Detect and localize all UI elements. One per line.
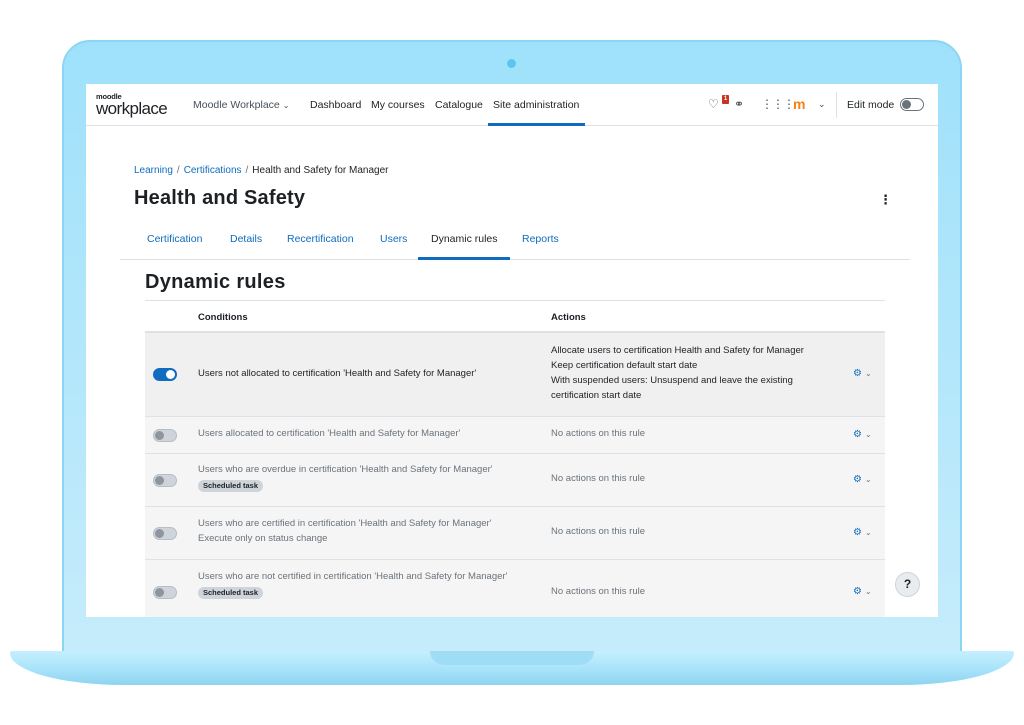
rule-condition: Users who are certified in certification…	[198, 516, 533, 546]
breadcrumb-current: Health and Safety for Manager	[252, 165, 389, 176]
rule-actions-menu[interactable]: ⚙ ⌄	[853, 586, 872, 597]
table-row: Users who are certified in certification…	[145, 507, 885, 560]
rule-actions-menu[interactable]: ⚙ ⌄	[853, 368, 872, 379]
action-text: Keep certification default start date	[551, 360, 698, 371]
rule-actions-menu[interactable]: ⚙ ⌄	[853, 527, 872, 538]
header-actions: Actions	[551, 312, 586, 323]
screen: moodle workplace Moodle Workplace ⌄ Dash…	[86, 84, 938, 617]
kebab-menu-icon[interactable]: ⋮	[879, 192, 892, 208]
certification-tabs: Certification Details Recertification Us…	[120, 222, 910, 260]
notification-badge: 1	[722, 95, 729, 104]
nav-site-administration[interactable]: Site administration	[493, 99, 579, 111]
rule-enabled-toggle[interactable]	[153, 527, 177, 540]
header-conditions: Conditions	[198, 312, 248, 323]
rule-condition: Users not allocated to certification 'He…	[198, 366, 533, 381]
chevron-down-icon: ⌄	[864, 528, 872, 537]
section-title: Dynamic rules	[145, 271, 286, 293]
rule-enabled-toggle[interactable]	[153, 474, 177, 487]
camera-dot	[507, 59, 516, 68]
apps-grid-icon[interactable]: ⋮⋮⋮	[761, 97, 795, 111]
action-text: Allocate users to certification Health a…	[551, 345, 804, 356]
laptop-base-notch	[430, 651, 594, 665]
breadcrumb: Learning / Certifications / Health and Safet…	[134, 165, 389, 176]
rule-enabled-toggle[interactable]	[153, 429, 177, 442]
tenant-label: Moodle Workplace	[193, 99, 280, 111]
edit-mode-label: Edit mode	[847, 99, 895, 111]
tab-details[interactable]: Details	[230, 233, 262, 245]
rule-actions: No actions on this rule	[551, 524, 841, 539]
action-text: No actions on this rule	[551, 428, 645, 439]
rule-actions: No actions on this rule	[551, 426, 841, 441]
rule-actions: Allocate users to certification Health a…	[551, 343, 841, 403]
gear-icon: ⚙	[853, 368, 862, 379]
edit-mode-toggle[interactable]	[900, 98, 924, 111]
bell-icon[interactable]: ♡	[708, 97, 719, 111]
scheduled-task-badge: Scheduled task	[198, 587, 264, 599]
active-tab-indicator	[418, 257, 510, 260]
avatar[interactable]: m	[793, 96, 805, 112]
breadcrumb-certifications[interactable]: Certifications	[184, 165, 242, 176]
help-button[interactable]: ?	[895, 572, 920, 597]
gear-icon: ⚙	[853, 429, 862, 440]
chevron-down-icon: ⌄	[864, 369, 872, 378]
action-text: No actions on this rule	[551, 526, 645, 537]
condition-text: Users not allocated to certification 'He…	[198, 368, 477, 379]
rule-condition: Users who are not certified in certifica…	[198, 569, 508, 600]
breadcrumb-learning[interactable]: Learning	[134, 165, 173, 176]
action-text: No actions on this rule	[551, 586, 645, 597]
top-navbar: moodle workplace Moodle Workplace ⌄ Dash…	[86, 84, 938, 126]
chevron-down-icon[interactable]: ⌄	[818, 99, 826, 110]
chevron-down-icon: ⌄	[864, 587, 872, 596]
rule-condition: Users allocated to certification 'Health…	[198, 426, 533, 441]
page-title: Health and Safety	[134, 187, 306, 209]
chat-icon[interactable]: ⚭	[734, 97, 744, 111]
tab-certification[interactable]: Certification	[147, 233, 202, 245]
rule-actions-menu[interactable]: ⚙ ⌄	[853, 474, 872, 485]
logo-big-text: workplace	[96, 98, 168, 118]
condition-text: Users who are overdue in certification '…	[198, 464, 493, 475]
tab-recertification[interactable]: Recertification	[287, 233, 354, 245]
rule-actions: No actions on this rule	[551, 471, 841, 486]
tab-reports[interactable]: Reports	[522, 233, 559, 245]
nav-my-courses[interactable]: My courses	[371, 99, 425, 111]
nav-dashboard[interactable]: Dashboard	[310, 99, 361, 111]
rule-enabled-toggle[interactable]	[153, 586, 177, 599]
condition-text: Users who are not certified in certifica…	[198, 571, 508, 582]
scheduled-task-badge: Scheduled task	[198, 480, 264, 492]
table-row: Users not allocated to certification 'He…	[145, 333, 885, 417]
table-header: Conditions Actions	[145, 300, 885, 333]
condition-text: Users allocated to certification 'Health…	[198, 428, 461, 439]
rule-condition: Users who are overdue in certification '…	[198, 462, 533, 493]
moodle-workplace-logo[interactable]: moodle workplace	[96, 93, 168, 118]
nav-divider	[836, 92, 837, 118]
gear-icon: ⚙	[853, 474, 862, 485]
action-text: No actions on this rule	[551, 473, 645, 484]
tab-users[interactable]: Users	[380, 233, 407, 245]
breadcrumb-separator: /	[176, 165, 180, 176]
dynamic-rules-table: Conditions Actions Users not allocated t…	[145, 300, 885, 617]
rule-enabled-toggle[interactable]	[153, 368, 177, 381]
table-row: Users who are not certified in certifica…	[145, 560, 885, 617]
tenant-dropdown[interactable]: Moodle Workplace ⌄	[193, 99, 289, 111]
table-row: Users who are overdue in certification '…	[145, 454, 885, 507]
gear-icon: ⚙	[853, 527, 862, 538]
tab-dynamic-rules[interactable]: Dynamic rules	[431, 233, 498, 245]
chevron-down-icon: ⌄	[864, 475, 872, 484]
condition-text: Execute only on status change	[198, 533, 328, 544]
rule-actions: No actions on this rule	[551, 584, 841, 599]
breadcrumb-separator: /	[245, 165, 249, 176]
action-text: With suspended users: Unsuspend and leav…	[551, 375, 793, 401]
chevron-down-icon: ⌄	[864, 430, 872, 439]
nav-catalogue[interactable]: Catalogue	[435, 99, 483, 111]
rule-actions-menu[interactable]: ⚙ ⌄	[853, 429, 872, 440]
table-row: Users allocated to certification 'Health…	[145, 417, 885, 454]
nav-active-indicator	[488, 123, 585, 126]
chevron-down-icon: ⌄	[282, 101, 290, 110]
gear-icon: ⚙	[853, 586, 862, 597]
condition-text: Users who are certified in certification…	[198, 518, 492, 529]
